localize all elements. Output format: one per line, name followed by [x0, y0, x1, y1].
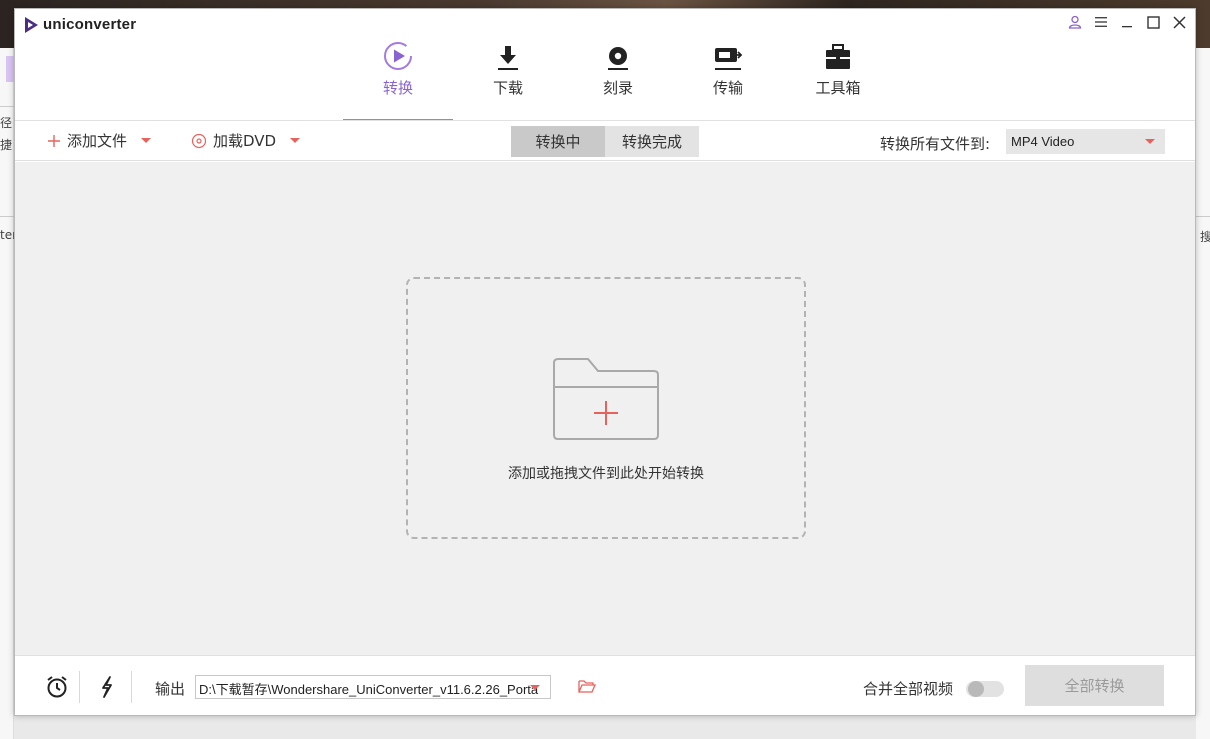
divider — [79, 671, 80, 703]
add-folder-icon[interactable] — [552, 357, 660, 445]
convert-all-button[interactable]: 全部转换 — [1025, 665, 1164, 706]
download-icon — [497, 37, 519, 71]
maximize-icon[interactable] — [1143, 13, 1163, 31]
open-folder-icon[interactable] — [578, 679, 596, 697]
convert-play-icon — [383, 37, 413, 71]
nav-tab-label: 转换 — [382, 79, 413, 97]
app-logo: uniconverter — [25, 16, 136, 33]
lightning-icon[interactable] — [99, 675, 115, 703]
background-text: 搜 — [1200, 230, 1210, 244]
output-path-select[interactable]: D:\下载暂存\Wondershare_UniConverter_v11.6.2… — [195, 675, 551, 699]
merge-all-label: 合并全部视频 — [863, 680, 954, 698]
background-right-window: 搜 — [1196, 48, 1210, 739]
disc-burn-icon — [606, 37, 630, 71]
plus-icon — [48, 134, 60, 147]
logo-play-icon — [25, 16, 38, 33]
nav-tab-download[interactable]: 下载 — [453, 37, 563, 121]
dvd-icon — [191, 133, 207, 148]
add-files-button[interactable]: 添加文件 — [47, 130, 152, 151]
output-path-value: D:\下载暂存\Wondershare_UniConverter_v11.6.2… — [199, 682, 539, 697]
add-files-label: 添加文件 — [67, 132, 128, 150]
nav-tab-label: 刻录 — [602, 79, 633, 97]
toolbar: 添加文件 加载DVD 转换中 转换完成 转换所有文件到: MP4 Video — [15, 121, 1195, 161]
background-left-window: 径 捷 ter — [0, 48, 14, 739]
background-divider — [0, 216, 14, 217]
background-divider — [0, 106, 14, 107]
background-text: 径 — [0, 116, 13, 130]
minimize-icon[interactable] — [1117, 13, 1137, 31]
file-list-area: 添加或拖拽文件到此处开始转换 — [15, 162, 1195, 655]
nav-tab-label: 工具箱 — [815, 79, 861, 97]
close-icon[interactable] — [1169, 13, 1189, 31]
app-name: uniconverter — [43, 16, 137, 33]
merge-all-toggle[interactable] — [966, 681, 1004, 697]
nav-tab-label: 下载 — [492, 79, 523, 97]
nav-tab-convert[interactable]: 转换 — [343, 37, 453, 121]
output-format-select[interactable]: MP4 Video — [1006, 129, 1165, 154]
load-dvd-label: 加载DVD — [213, 132, 277, 150]
drop-zone-text: 添加或拖拽文件到此处开始转换 — [508, 466, 704, 482]
output-format-value: MP4 Video — [1011, 134, 1075, 149]
background-text: 捷 — [0, 138, 13, 152]
drop-zone[interactable]: 添加或拖拽文件到此处开始转换 — [406, 277, 806, 539]
output-label: 输出 — [155, 680, 186, 698]
bottom-bar: 输出 D:\下载暂存\Wondershare_UniConverter_v11.… — [15, 655, 1195, 715]
background-accent — [6, 56, 14, 82]
main-nav: 转换 下载 刻录 传输 工具箱 — [343, 37, 893, 121]
toolbox-icon — [824, 37, 852, 71]
nav-tab-toolbox[interactable]: 工具箱 — [783, 37, 893, 121]
convert-all-to-label: 转换所有文件到: — [880, 135, 991, 153]
window-controls — [1065, 13, 1189, 31]
tab-converting[interactable]: 转换中 — [511, 126, 605, 157]
transfer-icon — [713, 37, 743, 71]
chevron-down-icon[interactable] — [141, 138, 152, 143]
status-tabs: 转换中 转换完成 — [511, 126, 699, 157]
chevron-down-icon[interactable] — [290, 138, 301, 143]
chevron-down-icon — [1145, 139, 1155, 144]
divider — [131, 671, 132, 703]
tab-finished[interactable]: 转换完成 — [605, 126, 699, 157]
alarm-clock-icon[interactable] — [45, 675, 69, 703]
main-window: uniconverter 转换 下载 刻录 传输 工具箱 添加文件 加载DVD … — [14, 8, 1196, 716]
nav-tab-transfer[interactable]: 传输 — [673, 37, 783, 121]
background-text: ter — [0, 228, 14, 242]
nav-tab-burn[interactable]: 刻录 — [563, 37, 673, 121]
account-icon[interactable] — [1065, 13, 1085, 31]
background-divider — [1196, 216, 1210, 217]
nav-tab-label: 传输 — [712, 79, 743, 97]
menu-icon[interactable] — [1091, 13, 1111, 31]
load-dvd-button[interactable]: 加载DVD — [191, 130, 301, 151]
toggle-knob — [968, 681, 984, 697]
chevron-down-icon — [530, 685, 540, 690]
